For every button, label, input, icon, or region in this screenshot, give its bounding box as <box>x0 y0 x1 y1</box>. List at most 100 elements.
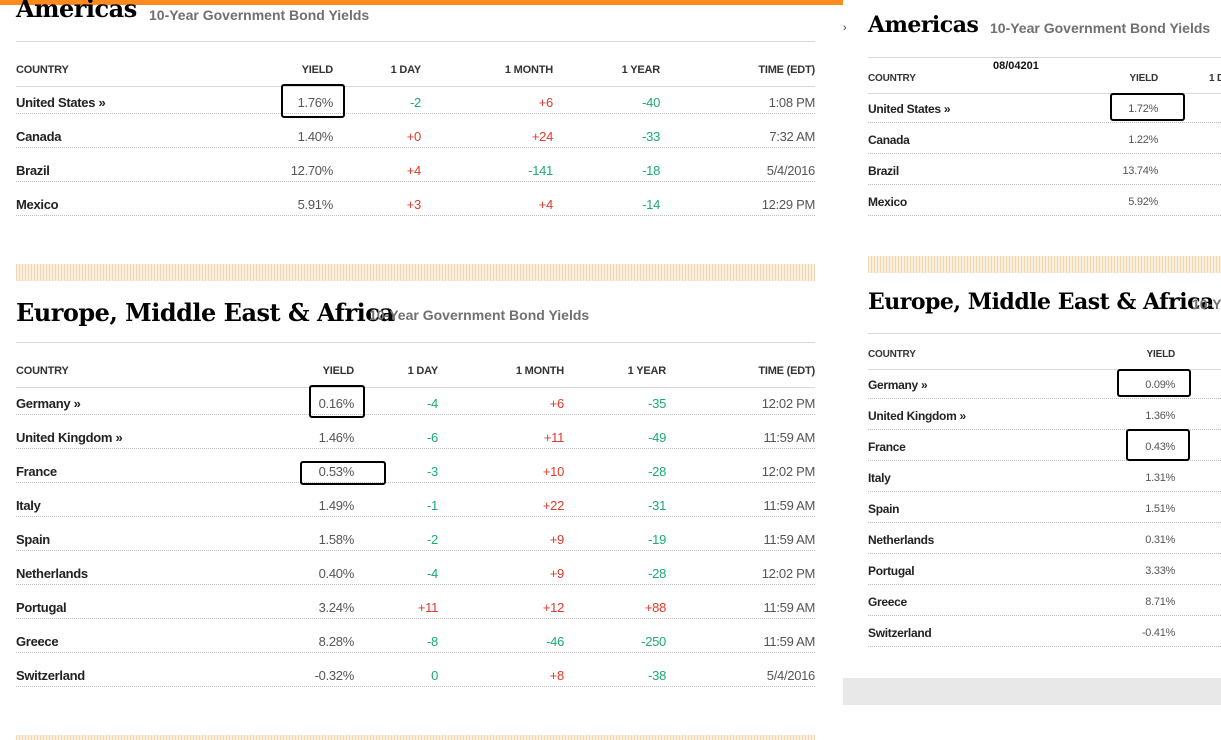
gray-footer <box>843 678 1221 705</box>
yield-value: 1.40% <box>297 129 334 144</box>
one-day-change: +4 <box>406 163 422 178</box>
one-year-change: -28 <box>648 566 666 581</box>
one-year-change: -28 <box>648 464 666 479</box>
col-yield: YIELD <box>301 64 334 76</box>
col-country: COUNTRY <box>868 349 916 360</box>
country-link[interactable]: Italy <box>868 470 891 486</box>
country-link[interactable]: United States » <box>16 95 106 111</box>
country-link[interactable]: Italy <box>16 498 41 514</box>
country-link[interactable]: Germany » <box>16 396 81 412</box>
col-yield: YIELD <box>1129 73 1159 84</box>
row-divider <box>868 184 1221 185</box>
country-link[interactable]: United Kingdom » <box>16 430 123 446</box>
divider <box>868 333 1221 334</box>
country-link[interactable]: Switzerland <box>16 668 85 684</box>
one-month-change: -141 <box>528 163 553 178</box>
country-link[interactable]: Portugal <box>868 563 915 579</box>
left-screenshot-panel: Americas 10-Year Government Bond Yields … <box>0 0 843 740</box>
row-divider <box>868 522 1221 523</box>
time-value: 12:29 PM <box>761 197 816 212</box>
one-month-change: -46 <box>546 634 564 649</box>
one-month-change: +9 <box>549 532 565 547</box>
country-link[interactable]: Canada <box>868 132 910 148</box>
americas-title: Americas <box>868 12 979 38</box>
row-divider <box>16 618 815 619</box>
country-link[interactable]: Portugal <box>16 600 67 616</box>
americas-subtitle: 10-Year Government Bond Yields <box>149 7 370 23</box>
country-link[interactable]: Mexico <box>868 194 907 210</box>
country-link[interactable]: Germany » <box>868 377 928 393</box>
col-1year: 1 YEAR <box>621 64 661 76</box>
country-link[interactable]: Canada <box>16 129 61 145</box>
row-divider <box>16 584 815 585</box>
row-divider <box>868 398 1221 399</box>
col-time: TIME (EDT) <box>758 64 815 76</box>
one-year-change: -33 <box>642 129 660 144</box>
yield-value: 1.31% <box>1145 472 1175 484</box>
country-link[interactable]: Mexico <box>16 197 59 213</box>
time-value: 11:59 AM <box>763 532 815 547</box>
country-link[interactable]: Switzerland <box>868 625 932 641</box>
yield-value: 5.91% <box>297 197 334 212</box>
one-year-change: -31 <box>648 498 666 513</box>
row-divider <box>16 686 815 687</box>
one-month-change: +24 <box>531 129 553 144</box>
time-value: 5/4/2016 <box>766 668 816 683</box>
country-link[interactable]: Brazil <box>16 163 50 179</box>
one-year-change: -19 <box>648 532 666 547</box>
one-month-change: +4 <box>538 197 554 212</box>
yield-value: 1.36% <box>1145 410 1175 422</box>
country-link[interactable]: United States » <box>868 101 951 117</box>
one-year-change: -35 <box>648 396 666 411</box>
chevron-right-icon: › <box>843 22 847 34</box>
country-link[interactable]: Netherlands <box>868 532 934 548</box>
country-link[interactable]: Spain <box>868 501 899 517</box>
row-divider <box>868 122 1221 123</box>
one-month-change: +11 <box>543 430 564 445</box>
yield-value: 3.33% <box>1145 565 1175 577</box>
one-day-change: +3 <box>406 197 422 212</box>
one-month-change: +8 <box>549 668 565 683</box>
country-link[interactable]: France <box>868 439 906 455</box>
one-day-change: -2 <box>427 532 438 547</box>
one-year-change: -14 <box>642 197 660 212</box>
time-value: 11:59 AM <box>763 634 815 649</box>
one-day-change: -1 <box>427 498 438 513</box>
yield-value: 1.22% <box>1128 134 1158 146</box>
date-annotation: 08/04201 <box>993 60 1039 72</box>
country-link[interactable]: United Kingdom » <box>868 408 966 424</box>
row-divider <box>868 215 1221 216</box>
americas-title: Americas <box>16 0 137 23</box>
country-link[interactable]: France <box>16 464 57 480</box>
highlight-box <box>309 385 365 418</box>
divider <box>16 342 815 343</box>
row-divider <box>16 147 815 148</box>
row-divider <box>16 414 815 415</box>
yield-value: 1.51% <box>1145 503 1175 515</box>
country-link[interactable]: Brazil <box>868 163 899 179</box>
col-1year: 1 YEAR <box>627 365 667 377</box>
one-month-change: +22 <box>542 498 564 513</box>
col-1month: 1 MONTH <box>504 64 553 76</box>
row-divider <box>868 553 1221 554</box>
one-day-change: +0 <box>406 129 422 144</box>
col-country: COUNTRY <box>16 365 69 377</box>
row-divider <box>16 516 815 517</box>
one-year-change: -250 <box>641 634 666 649</box>
row-divider <box>868 153 1221 154</box>
country-link[interactable]: Netherlands <box>16 566 88 582</box>
highlight-box <box>1117 369 1191 397</box>
emea-title: Europe, Middle East & Africa <box>16 298 395 327</box>
divider <box>16 387 815 388</box>
col-1day: 1 DAY <box>407 365 439 377</box>
emea-title: Europe, Middle East & Africa <box>868 289 1214 315</box>
country-link[interactable]: Spain <box>16 532 50 548</box>
yield-value: 13.74% <box>1122 165 1158 177</box>
yield-value: 0.31% <box>1145 534 1175 546</box>
country-link[interactable]: Greece <box>868 594 907 610</box>
row-divider <box>868 491 1221 492</box>
one-month-change: +9 <box>549 566 565 581</box>
highlight-box <box>1126 429 1190 461</box>
one-day-change: -8 <box>427 634 438 649</box>
country-link[interactable]: Greece <box>16 634 59 650</box>
